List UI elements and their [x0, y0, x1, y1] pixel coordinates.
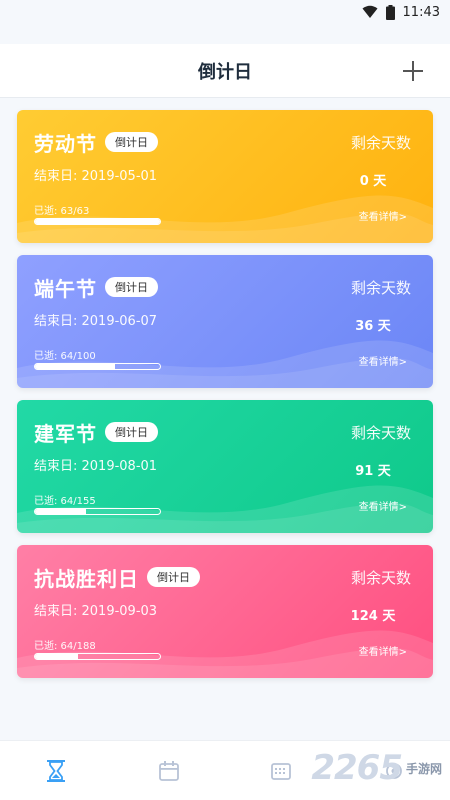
view-details-link[interactable]: 查看详情>	[359, 643, 407, 658]
watermark-number: 2265	[311, 748, 403, 788]
card-type-badge: 倒计日	[105, 277, 158, 297]
card-elapsed: 已逝: 64/100	[34, 351, 96, 362]
remaining-days-value: 0 天	[359, 174, 387, 189]
tab-countdown[interactable]	[0, 759, 113, 783]
card-type-badge: 倒计日	[147, 567, 200, 587]
card-end-date: 结束日: 2019-05-01	[34, 169, 158, 184]
remaining-days-value: 91 天	[355, 464, 391, 479]
wifi-icon	[362, 5, 378, 19]
countdown-card[interactable]: 抗战胜利日 倒计日 结束日: 2019-09-03 已逝: 64/188 剩余天…	[17, 545, 433, 678]
status-bar: 11:43	[0, 0, 450, 24]
watermark-logo: 2265 手游网	[311, 748, 442, 788]
card-elapsed: 已逝: 64/155	[34, 496, 96, 507]
progress-fill	[35, 364, 115, 369]
progress-fill	[35, 654, 78, 659]
card-title: 端午节	[34, 277, 97, 301]
countdown-card[interactable]: 端午节 倒计日 结束日: 2019-06-07 已逝: 64/100 剩余天数 …	[17, 255, 433, 388]
remaining-days-label: 剩余天数	[350, 424, 411, 442]
progress-bar	[34, 653, 161, 660]
remaining-days-label: 剩余天数	[350, 569, 411, 587]
calendar-icon	[158, 760, 179, 781]
progress-fill	[35, 509, 87, 514]
add-button[interactable]	[398, 56, 428, 86]
keyboard-calendar-icon	[271, 762, 292, 780]
view-details-link[interactable]: 查看详情>	[359, 208, 407, 223]
progress-bar	[34, 508, 161, 515]
card-end-date: 结束日: 2019-06-07	[34, 314, 158, 329]
app-header: 倒计日	[0, 44, 450, 98]
countdown-card[interactable]: 劳动节 倒计日 结束日: 2019-05-01 已逝: 63/63 剩余天数 0…	[17, 110, 433, 243]
remaining-days-label: 剩余天数	[350, 279, 411, 297]
hourglass-icon	[47, 759, 66, 782]
card-elapsed: 已逝: 64/188	[34, 641, 96, 652]
countdown-card[interactable]: 建军节 倒计日 结束日: 2019-08-01 已逝: 64/155 剩余天数 …	[17, 400, 433, 533]
battery-icon	[385, 4, 395, 20]
card-title: 劳动节	[34, 132, 97, 156]
plus-icon	[403, 61, 423, 81]
remaining-days-value: 36 天	[355, 319, 391, 334]
card-type-badge: 倒计日	[105, 422, 158, 442]
card-type-badge: 倒计日	[105, 132, 158, 152]
watermark-text: 手游网	[405, 761, 442, 776]
status-time: 11:43	[402, 4, 440, 20]
view-details-link[interactable]: 查看详情>	[359, 498, 407, 513]
remaining-days-value: 124 天	[350, 609, 396, 624]
remaining-days-label: 剩余天数	[350, 134, 411, 152]
view-details-link[interactable]: 查看详情>	[359, 353, 407, 368]
progress-fill	[35, 219, 160, 224]
card-end-date: 结束日: 2019-08-01	[34, 459, 158, 474]
progress-bar	[34, 363, 161, 370]
page-title: 倒计日	[198, 61, 252, 83]
countdown-list: 劳动节 倒计日 结束日: 2019-05-01 已逝: 63/63 剩余天数 0…	[17, 110, 433, 690]
progress-bar	[34, 218, 161, 225]
card-end-date: 结束日: 2019-09-03	[34, 604, 158, 619]
card-title: 抗战胜利日	[34, 567, 139, 591]
card-elapsed: 已逝: 63/63	[34, 206, 90, 217]
card-title: 建军节	[34, 422, 97, 446]
tab-calendar[interactable]	[113, 760, 226, 782]
